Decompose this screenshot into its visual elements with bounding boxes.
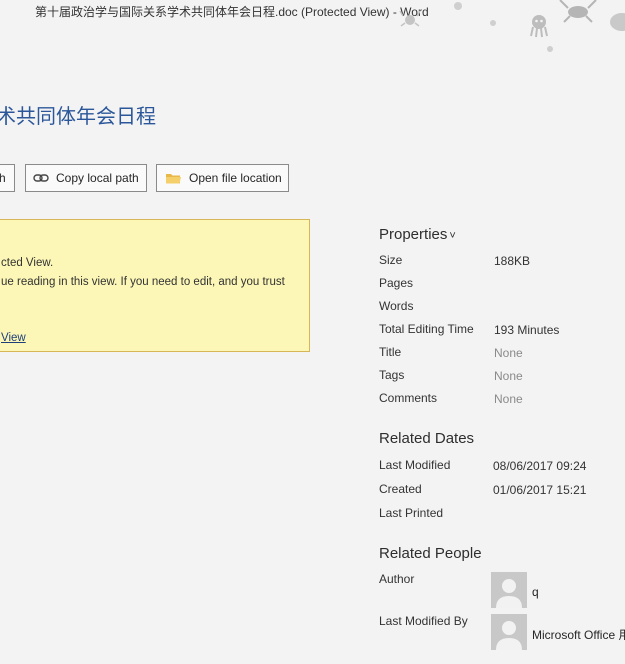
copy-local-path-button[interactable]: Copy local path: [25, 164, 147, 192]
property-value-total-editing-time: 193 Minutes: [494, 323, 560, 337]
bubble-decoration-icon: [547, 46, 553, 52]
crab-decoration-icon: [559, 0, 597, 23]
author-avatar[interactable]: [491, 572, 527, 608]
octopus-decoration-icon: [530, 15, 548, 38]
date-label-created: Created: [379, 482, 422, 496]
property-value-tags[interactable]: None: [494, 369, 523, 383]
warning-line-2: ue reading in this view. If you need to …: [1, 276, 285, 288]
date-label-last-printed: Last Printed: [379, 506, 444, 520]
author-label: Author: [379, 572, 415, 586]
enable-editing-link[interactable]: View: [1, 332, 26, 344]
property-label-tags: Tags: [379, 368, 405, 382]
date-value-created: 01/06/2017 15:21: [493, 483, 587, 497]
last-modified-by-name[interactable]: Microsoft Office 用: [532, 626, 625, 643]
properties-heading-label: Properties: [379, 226, 448, 243]
last-modified-by-label: Last Modified By: [379, 614, 468, 628]
person-icon: [491, 572, 527, 608]
property-label-comments: Comments: [379, 391, 438, 405]
property-value-title[interactable]: None: [494, 346, 523, 360]
person-icon: [491, 614, 527, 650]
document-title: 术共同体年会日程: [0, 104, 156, 128]
property-label-pages: Pages: [379, 276, 414, 290]
bubble-decoration-icon: [490, 20, 496, 26]
folder-icon: [165, 171, 182, 185]
property-label-total-editing-time: Total Editing Time: [379, 322, 474, 336]
protected-view-warning: cted View. ue reading in this view. If y…: [0, 219, 310, 352]
link-icon: [33, 173, 49, 183]
date-value-last-modified: 08/06/2017 09:24: [493, 459, 587, 473]
share-button[interactable]: h: [0, 164, 15, 192]
property-value-comments[interactable]: None: [494, 392, 523, 406]
related-people-heading: Related People: [379, 545, 482, 562]
open-file-location-button[interactable]: Open file location: [156, 164, 289, 192]
copy-local-path-label: Copy local path: [56, 171, 139, 185]
window-title: 第十届政治学与国际关系学术共同体年会日程.doc (Protected View…: [35, 5, 429, 19]
property-label-words: Words: [379, 299, 414, 313]
related-dates-heading: Related Dates: [379, 430, 475, 447]
crab-decoration-icon: [399, 10, 421, 27]
date-label-last-modified: Last Modified: [379, 458, 451, 472]
last-modified-by-avatar[interactable]: [491, 614, 527, 650]
warning-line-1: cted View.: [1, 257, 54, 269]
property-label-size: Size: [379, 253, 403, 267]
property-label-title: Title: [379, 345, 402, 359]
properties-heading[interactable]: Properties ˅: [379, 226, 456, 243]
shell-decoration-icon: [610, 13, 625, 31]
bubble-decoration-icon: [454, 2, 462, 10]
author-name[interactable]: q: [532, 585, 539, 599]
share-button-label: h: [0, 171, 6, 185]
title-bar: 第十届政治学与国际关系学术共同体年会日程.doc (Protected View…: [0, 0, 625, 52]
chevron-down-icon: ˅: [449, 230, 456, 242]
open-file-location-label: Open file location: [189, 171, 282, 185]
property-value-size: 188KB: [494, 254, 531, 268]
